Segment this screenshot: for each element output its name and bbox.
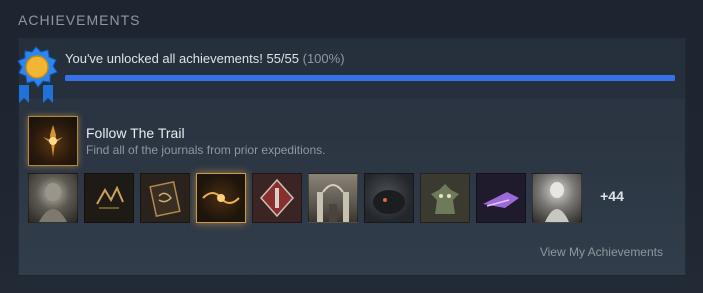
journal-icon bbox=[149, 180, 181, 218]
pale-figure-icon bbox=[545, 182, 569, 222]
red-diamond-icon bbox=[259, 178, 295, 218]
achievement-thumb-10[interactable] bbox=[532, 173, 582, 223]
cathedral-icon bbox=[317, 184, 349, 222]
achievement-thumb-6[interactable] bbox=[308, 173, 358, 223]
achievement-thumb-1[interactable] bbox=[28, 173, 78, 223]
achievement-thumb-2[interactable] bbox=[84, 173, 134, 223]
dark-creature-icon bbox=[373, 190, 405, 214]
award-ribbon-icon bbox=[17, 46, 58, 103]
stone-figure-icon bbox=[39, 183, 67, 222]
unlock-percent: (100%) bbox=[302, 51, 345, 66]
goblin-icon bbox=[431, 184, 459, 214]
achievement-thumb-4[interactable] bbox=[196, 173, 246, 223]
more-achievements-count[interactable]: +44 bbox=[588, 188, 636, 204]
view-my-achievements-link[interactable]: View My Achievements bbox=[540, 245, 663, 259]
featured-achievement-title: Follow The Trail bbox=[86, 125, 185, 141]
section-title: ACHIEVEMENTS bbox=[18, 12, 141, 28]
achievements-panel: You've unlocked all achievements! 55/55 … bbox=[17, 38, 686, 276]
achievement-thumb-9[interactable] bbox=[476, 173, 526, 223]
unlock-summary: You've unlocked all achievements! 55/55 … bbox=[65, 51, 345, 66]
gold-runes-icon bbox=[96, 185, 124, 209]
purple-ship-icon bbox=[483, 192, 519, 208]
golden-glyph-icon bbox=[202, 192, 240, 204]
achievement-thumb-8[interactable] bbox=[420, 173, 470, 223]
progress-bar-fill bbox=[65, 75, 675, 81]
progress-bar bbox=[65, 75, 675, 81]
achievement-thumb-7[interactable] bbox=[364, 173, 414, 223]
achievement-thumb-3[interactable] bbox=[140, 173, 190, 223]
unlock-text: You've unlocked all achievements! 55/55 bbox=[65, 51, 299, 66]
progress-area: You've unlocked all achievements! 55/55 … bbox=[19, 39, 685, 99]
achievement-thumb-5[interactable] bbox=[252, 173, 302, 223]
featured-achievement-description: Find all of the journals from prior expe… bbox=[86, 143, 326, 157]
featured-achievement-icon[interactable] bbox=[28, 116, 78, 166]
